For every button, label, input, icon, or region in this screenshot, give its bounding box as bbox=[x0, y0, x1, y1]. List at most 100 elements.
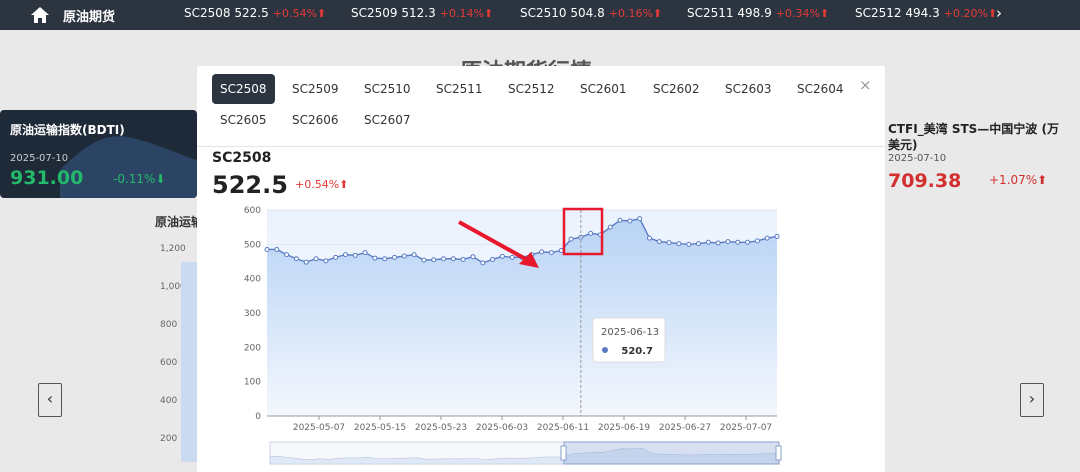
tab-sc2512[interactable]: SC2512 bbox=[500, 74, 563, 104]
data-point bbox=[499, 253, 505, 259]
tab-sc2509[interactable]: SC2509 bbox=[284, 74, 347, 104]
brand-label[interactable]: 原油期货 bbox=[63, 6, 115, 25]
data-point bbox=[666, 240, 672, 246]
y-tick-label: 400 bbox=[244, 275, 261, 285]
bg-y-tick-label: 600 bbox=[160, 358, 178, 368]
top-bar: 原油期货 SC2508 522.5 +0.54%⬆ SC2509 512.3 +0.1… bbox=[0, 0, 1080, 30]
ticker-pct: +0.54% bbox=[272, 7, 317, 20]
zoom-handle-right[interactable] bbox=[775, 445, 782, 461]
data-point bbox=[470, 254, 476, 260]
data-point bbox=[548, 250, 554, 256]
ticker-code: SC2508 bbox=[184, 6, 231, 20]
x-tick-label: 2025-06-27 bbox=[659, 423, 711, 433]
ctfi-title: CTFI_美湾 STS—中国宁波 (万美元) bbox=[888, 122, 1059, 152]
data-point bbox=[480, 260, 486, 266]
data-point bbox=[735, 239, 741, 245]
data-point bbox=[676, 241, 682, 247]
data-point bbox=[264, 246, 270, 252]
prev-button[interactable]: ‹ bbox=[38, 383, 62, 417]
data-point bbox=[303, 259, 309, 265]
ticker-sc2510[interactable]: SC2510 504.8 +0.16%⬆ bbox=[520, 6, 662, 20]
ticker-code: SC2511 bbox=[687, 6, 734, 20]
x-tick-label: 2025-06-19 bbox=[598, 423, 651, 433]
ticker-pct: +0.20% bbox=[943, 7, 988, 20]
y-tick-label: 0 bbox=[255, 412, 261, 422]
up-arrow-icon: ⬆ bbox=[316, 7, 327, 20]
next-button[interactable]: › bbox=[1020, 383, 1044, 417]
x-tick-label: 2025-07-07 bbox=[720, 423, 772, 433]
x-tick-label: 2025-06-03 bbox=[476, 423, 528, 433]
data-point bbox=[617, 217, 623, 223]
contract-price: 522.5 bbox=[212, 171, 288, 199]
tab-sc2604[interactable]: SC2604 bbox=[789, 74, 852, 104]
data-point bbox=[764, 235, 770, 241]
x-tick-label: 2025-05-15 bbox=[354, 423, 406, 433]
data-point bbox=[725, 239, 731, 245]
tab-sc2511[interactable]: SC2511 bbox=[428, 74, 491, 104]
data-point bbox=[352, 252, 358, 258]
bg-chart-title: 原油运输 bbox=[155, 215, 204, 229]
data-point bbox=[382, 256, 388, 262]
y-tick-label: 500 bbox=[244, 240, 261, 250]
ticker-sc2511[interactable]: SC2511 498.9 +0.34%⬆ bbox=[687, 6, 829, 20]
close-icon[interactable]: × bbox=[859, 76, 872, 94]
tab-sc2605[interactable]: SC2605 bbox=[212, 105, 275, 135]
data-point bbox=[333, 254, 339, 260]
tab-sc2508[interactable]: SC2508 bbox=[212, 74, 275, 104]
x-tick-label: 2025-05-07 bbox=[293, 423, 345, 433]
data-point bbox=[460, 256, 466, 262]
ticker-pct: +0.34% bbox=[775, 7, 820, 20]
data-point bbox=[284, 252, 290, 258]
data-point bbox=[558, 248, 564, 254]
data-point bbox=[421, 257, 427, 263]
bdti-card[interactable]: 原油运输指数(BDTI) 2025-07-10 931.00 -0.11%⬇ bbox=[0, 110, 197, 198]
bg-y-tick-label: 200 bbox=[160, 434, 178, 444]
data-point bbox=[686, 241, 692, 247]
ticker-pct: +0.16% bbox=[608, 7, 653, 20]
ticker-price: 498.9 bbox=[737, 6, 772, 20]
bdti-date: 2025-07-10 bbox=[10, 153, 69, 164]
data-point bbox=[372, 255, 378, 261]
ticker-sc2509[interactable]: SC2509 512.3 +0.14%⬆ bbox=[351, 6, 493, 20]
ticker-code: SC2509 bbox=[351, 6, 398, 20]
data-point bbox=[715, 240, 721, 246]
data-point bbox=[754, 238, 760, 244]
data-point bbox=[401, 253, 407, 259]
data-point bbox=[323, 258, 329, 264]
tab-sc2602[interactable]: SC2602 bbox=[645, 74, 708, 104]
tab-sc2607[interactable]: SC2607 bbox=[356, 105, 419, 135]
up-arrow-icon: ⬆ bbox=[652, 7, 663, 20]
data-point bbox=[274, 246, 280, 252]
data-point bbox=[441, 256, 447, 262]
price-chart[interactable]: 0 100 200 300 400 500 600 2025-05-07 2025-05-15 2… bbox=[197, 196, 885, 472]
contract-change: +0.54%⬆ bbox=[295, 178, 349, 191]
y-tick-label: 600 bbox=[244, 206, 261, 216]
data-point bbox=[627, 218, 633, 224]
home-icon[interactable] bbox=[30, 5, 50, 25]
data-point bbox=[392, 254, 397, 260]
ticker-sc2512[interactable]: SC2512 494.3 +0.20%⬆ bbox=[855, 6, 997, 20]
tooltip-value: 520.7 bbox=[621, 346, 653, 357]
bg-y-tick-label: 800 bbox=[160, 320, 178, 330]
ticker-sc2508[interactable]: SC2508 522.5 +0.54%⬆ bbox=[184, 6, 326, 20]
tab-sc2510[interactable]: SC2510 bbox=[356, 74, 419, 104]
data-point bbox=[588, 230, 594, 236]
tooltip-date: 2025-06-13 bbox=[601, 327, 659, 338]
tab-sc2601[interactable]: SC2601 bbox=[572, 74, 635, 104]
bg-y-tick-label: 400 bbox=[160, 396, 178, 406]
data-point bbox=[637, 216, 643, 222]
y-tick-label: 200 bbox=[244, 343, 261, 353]
chevron-right-icon[interactable]: › bbox=[996, 4, 1002, 22]
bdti-change: -0.11%⬇ bbox=[113, 172, 166, 186]
data-point bbox=[607, 224, 613, 230]
zoom-handle-left[interactable] bbox=[560, 445, 567, 461]
ticker-price: 494.3 bbox=[905, 6, 940, 20]
data-point bbox=[490, 256, 496, 262]
ctfi-value: 709.38 bbox=[888, 170, 962, 192]
data-point bbox=[509, 254, 515, 260]
tab-sc2606[interactable]: SC2606 bbox=[284, 105, 347, 135]
ticker-price: 504.8 bbox=[570, 6, 605, 20]
tab-sc2603[interactable]: SC2603 bbox=[717, 74, 780, 104]
bg-chart-area bbox=[181, 262, 197, 462]
ticker-price: 512.3 bbox=[401, 6, 436, 20]
